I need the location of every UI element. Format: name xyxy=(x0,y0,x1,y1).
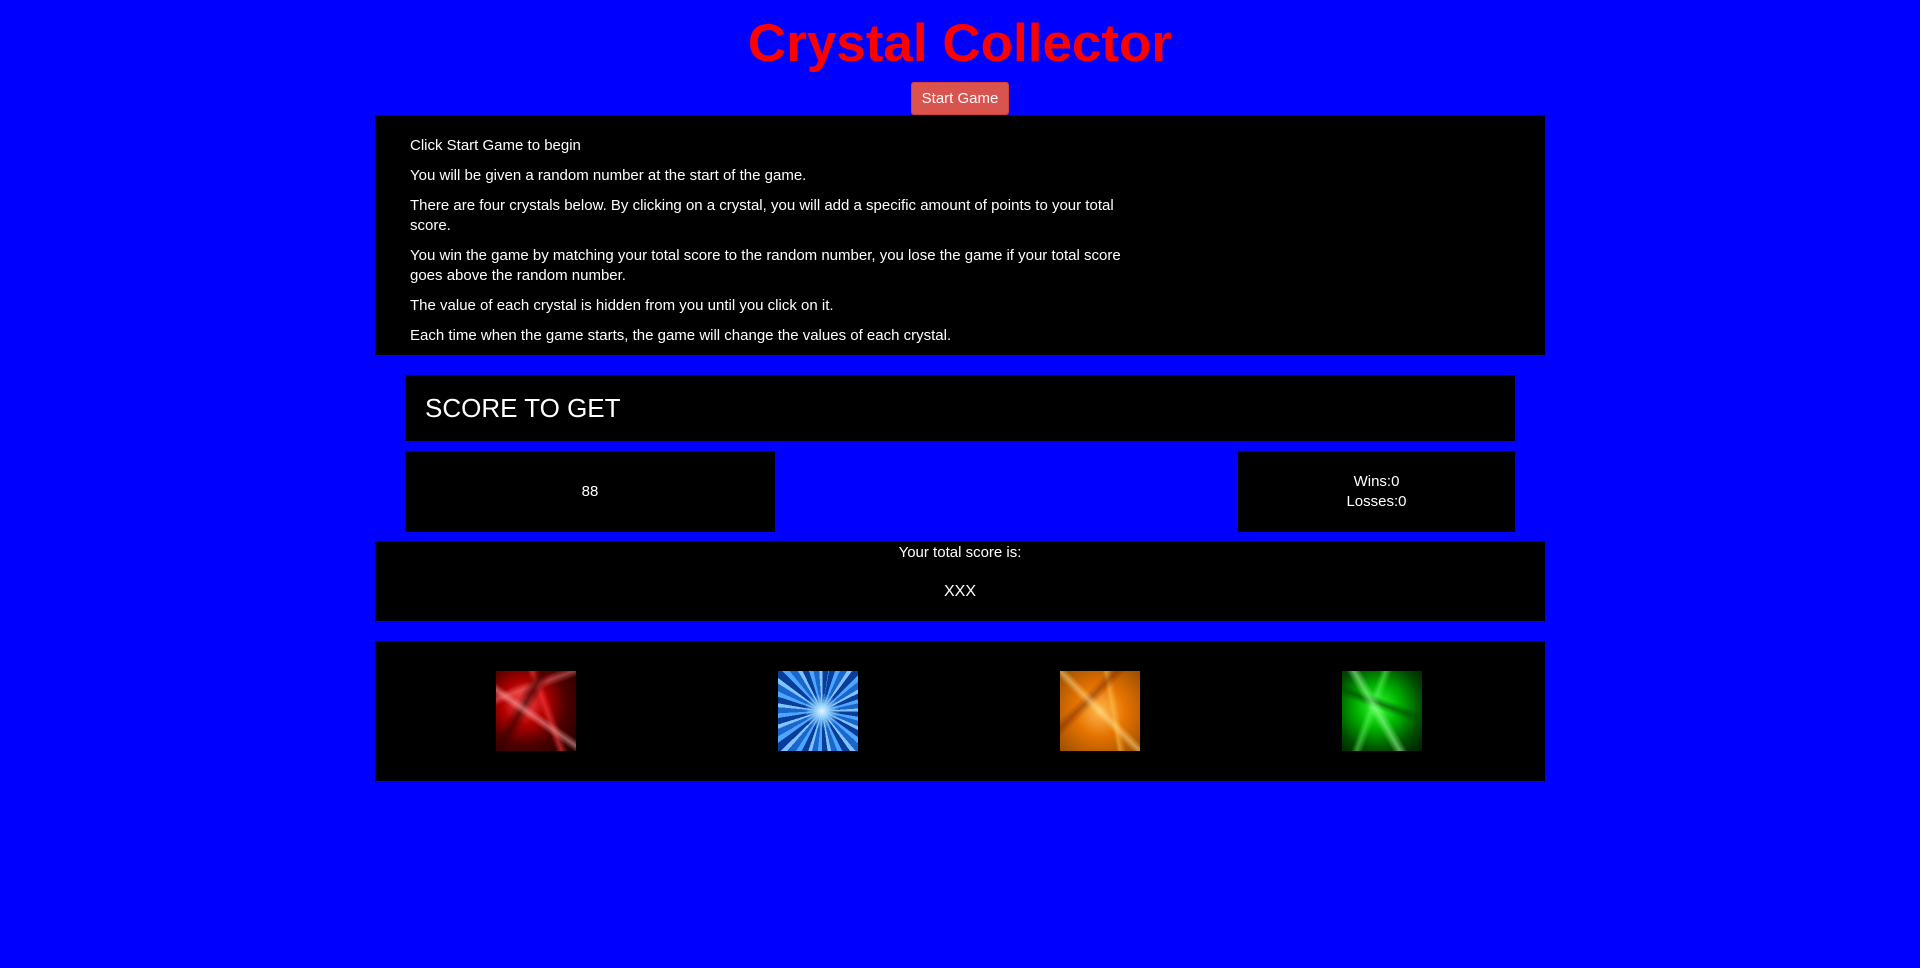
losses-count: Losses:0 xyxy=(1346,492,1407,510)
green-crystal-icon[interactable] xyxy=(1342,671,1422,751)
instruction-text: There are four crystals below. By clicki… xyxy=(410,197,1114,234)
total-score-label: Your total score is: xyxy=(898,544,1022,561)
total-score-value: XXX xyxy=(943,583,976,600)
blue-crystal-icon[interactable] xyxy=(778,671,858,751)
start-game-button[interactable]: Start Game xyxy=(911,82,1009,115)
score-to-get-heading: SCORE TO GET xyxy=(425,393,621,423)
target-number-box: 88 xyxy=(405,451,775,532)
instruction-text: You win the game by matching your total … xyxy=(410,247,1121,284)
score-to-get-panel: SCORE TO GET xyxy=(405,375,1515,441)
instructions-panel: Click Start Game to begin You will be gi… xyxy=(375,115,1545,355)
game-title: Crystal Collector xyxy=(747,14,1173,73)
instruction-text: The value of each crystal is hidden from… xyxy=(410,297,834,314)
game-page: Crystal Collector Start Game Click Start… xyxy=(0,0,1920,968)
red-crystal-icon[interactable] xyxy=(496,671,576,751)
instruction-text: Each time when the game starts, the game… xyxy=(410,327,952,344)
wins-count: Wins:0 xyxy=(1353,472,1400,490)
instruction-text: Click Start Game to begin xyxy=(410,137,581,154)
total-score-panel: Your total score is: XXX xyxy=(375,541,1545,621)
win-loss-box: Wins:0 Losses:0 xyxy=(1238,451,1515,532)
crystals-panel xyxy=(375,641,1545,781)
target-number: 88 xyxy=(581,483,599,500)
instruction-text: You will be given a random number at the… xyxy=(410,167,807,184)
orange-crystal-icon[interactable] xyxy=(1060,671,1140,751)
